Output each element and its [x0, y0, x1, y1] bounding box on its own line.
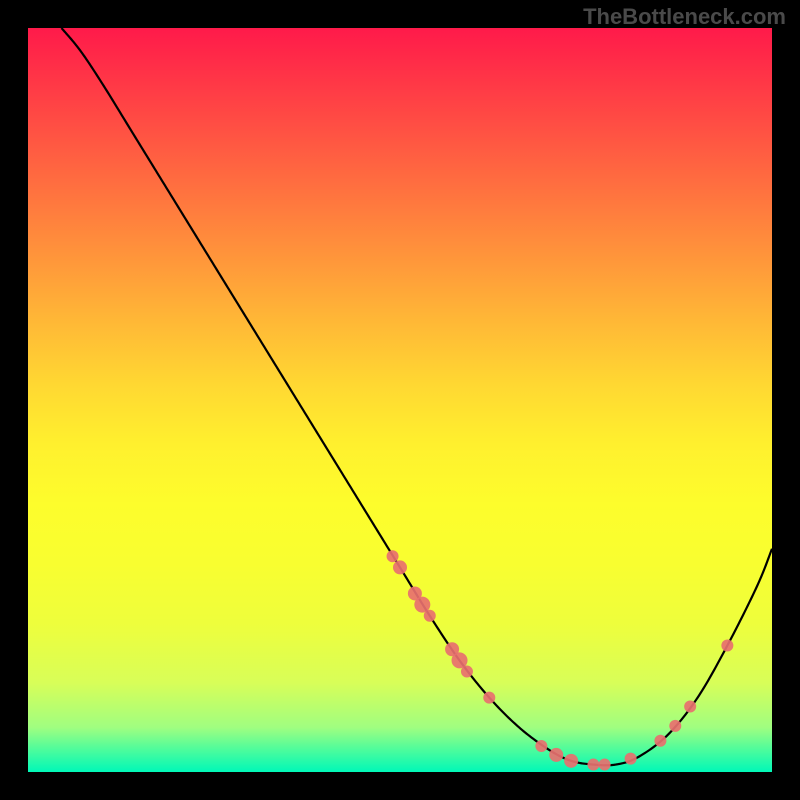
watermark-text: TheBottleneck.com [583, 4, 786, 30]
chart-svg-layer [28, 28, 772, 772]
curve-point-marker [599, 759, 611, 771]
curve-point-marker [721, 640, 733, 652]
curve-point-marker [424, 610, 436, 622]
curve-point-marker [535, 740, 547, 752]
curve-point-marker [387, 550, 399, 562]
curve-point-marker [564, 754, 578, 768]
curve-point-marker [684, 701, 696, 713]
curve-point-marker [549, 748, 563, 762]
curve-point-marker [483, 692, 495, 704]
curve-point-marker [654, 735, 666, 747]
curve-point-marker [587, 759, 599, 771]
bottleneck-curve-line [61, 28, 772, 765]
curve-point-marker [461, 666, 473, 678]
highlighted-points-group [387, 550, 734, 770]
curve-point-marker [625, 753, 637, 765]
curve-point-marker [669, 720, 681, 732]
curve-point-marker [393, 560, 407, 574]
chart-plot-area [28, 28, 772, 772]
